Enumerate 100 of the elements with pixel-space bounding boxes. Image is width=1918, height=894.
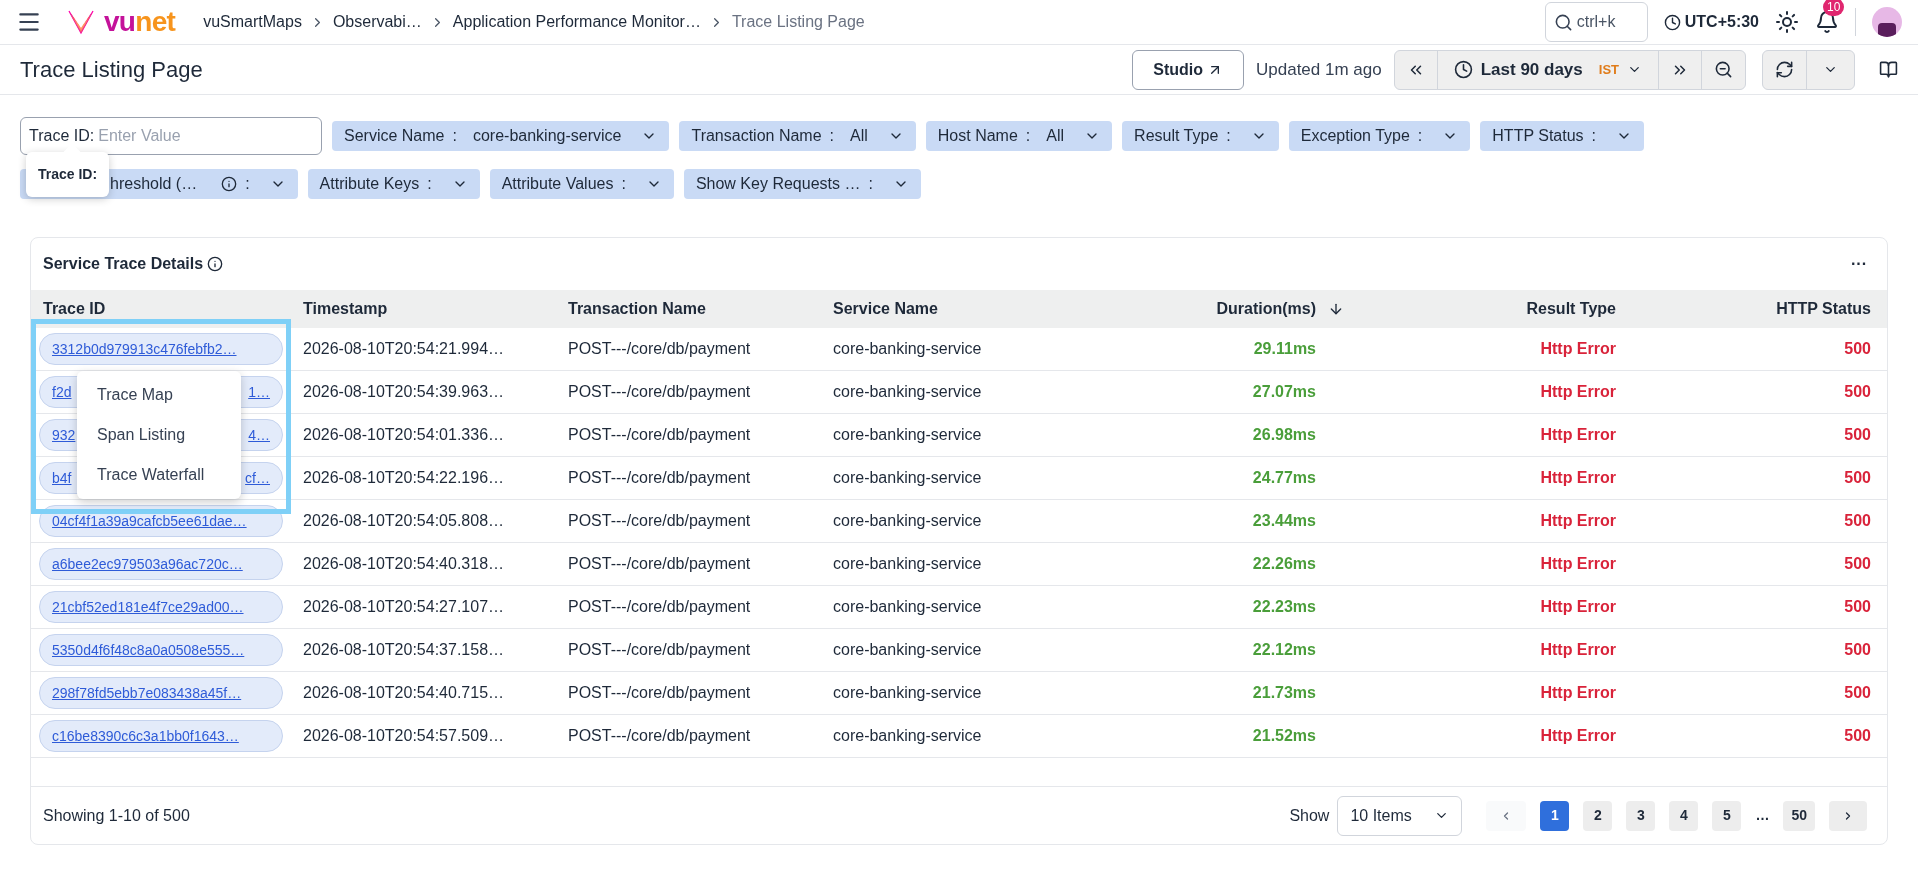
breadcrumb-link[interactable]: Trace Listing Page	[731, 10, 865, 34]
trace-id-input[interactable]: Enter Value	[98, 124, 313, 148]
filter-separator: :	[1417, 126, 1423, 146]
column-header[interactable]: Result Type	[1356, 297, 1616, 321]
search-input[interactable]: ctrl+k	[1576, 10, 1639, 34]
filter-separator: :	[245, 174, 250, 194]
trace-id-link[interactable]: 21cbf52ed181e4f7ce29ad00…	[39, 591, 283, 623]
studio-button[interactable]: Studio	[1132, 49, 1244, 90]
trace-id-link[interactable]: 5350d4f6f48c8a0a0508e555…	[39, 634, 283, 666]
page-button[interactable]: 4	[1669, 800, 1699, 831]
trace-id-link[interactable]: a6bee2ec979503a96ac720c…	[39, 548, 283, 580]
result-cell-text: Http Error	[1539, 640, 1616, 660]
filter-separator: :	[1025, 126, 1031, 146]
service-cell-text: core-banking-service	[832, 339, 983, 359]
column-header[interactable]: HTTP Status	[1616, 297, 1887, 321]
clock-icon	[1453, 60, 1473, 79]
breadcrumb-link[interactable]: Observabi…	[332, 10, 422, 34]
filter-dropdown[interactable]: Attribute Values :	[489, 169, 674, 199]
service-cell-text: core-banking-service	[832, 597, 983, 617]
trace-id-link[interactable]: c16be8390c6c3a1bb0f1643…	[39, 720, 283, 752]
filter-dropdown[interactable]: Exception Type :	[1288, 121, 1471, 151]
sort-down-icon[interactable]	[1328, 301, 1344, 317]
duration-cell-text: 27.07ms	[1251, 382, 1317, 402]
page-button[interactable]: 5	[1712, 800, 1742, 831]
menu-item[interactable]: Trace Waterfall	[77, 455, 241, 495]
showing-label: Showing 1-10 of 500	[43, 805, 190, 826]
filter-separator: :	[1226, 126, 1231, 146]
filter-dropdown[interactable]: Service Name : core-banking-service	[332, 121, 670, 151]
timestamp-cell-text: 2026-08-10T20:54:05.808…	[302, 511, 506, 531]
page-button[interactable]: 3	[1626, 800, 1656, 831]
service-cell-text: core-banking-service	[832, 468, 983, 488]
column-header[interactable]: Service Name	[821, 297, 1086, 321]
filter-label: Attribute Keys	[319, 174, 420, 194]
bell-icon[interactable]	[1815, 10, 1839, 34]
theme-icon[interactable]	[1775, 10, 1799, 34]
avatar[interactable]	[1872, 7, 1902, 37]
column-header[interactable]: Duration(ms)	[1086, 297, 1356, 321]
menu-item[interactable]: Span Listing	[77, 415, 241, 455]
service-cell-text: core-banking-service	[832, 640, 983, 660]
status-cell-text: 500	[1843, 597, 1872, 617]
filter-dropdown[interactable]: Transaction Name : All	[679, 121, 916, 151]
filter-separator: :	[427, 174, 432, 194]
status-cell-text: 500	[1843, 683, 1872, 703]
field-label: Trace ID:	[29, 126, 95, 146]
column-header[interactable]: Transaction Name	[556, 297, 821, 321]
filter-label: Service Name	[344, 126, 445, 146]
breadcrumb-link[interactable]: Application Performance Monitor…	[452, 10, 701, 34]
trace-id-link[interactable]: 3312b0d979913c476febfb2…	[39, 333, 283, 365]
timestamp-cell-text: 2026-08-10T20:54:40.715…	[302, 683, 506, 703]
updated-label: Updated 1m ago	[1256, 58, 1382, 81]
transaction-cell-text: POST---/core/db/payment	[567, 683, 752, 703]
notification-badge: 10	[1823, 0, 1845, 16]
filter-dropdown[interactable]: Attribute Keys :	[307, 169, 480, 199]
pagination-ellipsis: …	[1755, 806, 1770, 825]
filter-separator: :	[829, 126, 835, 146]
page-button[interactable]: 2	[1583, 800, 1613, 831]
filter-label: Transaction Name	[691, 126, 822, 146]
breadcrumb-link[interactable]: vuSmartMaps	[203, 10, 302, 34]
book-icon[interactable]	[1879, 60, 1898, 79]
filter-dropdown[interactable]: Result Type :	[1122, 121, 1279, 151]
filter-label: hreshold (…	[110, 174, 198, 194]
transaction-cell-text: POST---/core/db/payment	[567, 726, 752, 746]
more-button[interactable]: ···	[1851, 252, 1867, 276]
timestamp-cell-text: 2026-08-10T20:54:40.318…	[302, 554, 506, 574]
timestamp-cell-text: 2026-08-10T20:54:37.158…	[302, 640, 506, 660]
duration-cell-text: 22.26ms	[1251, 554, 1317, 574]
timezone-label[interactable]: UTC+5:30	[1684, 10, 1759, 34]
filter-dropdown[interactable]: HTTP Status :	[1480, 121, 1645, 151]
status-cell-text: 500	[1843, 382, 1872, 402]
page-button[interactable]: 50	[1783, 800, 1815, 831]
status-cell-text: 500	[1843, 339, 1872, 359]
timestamp-cell-text: 2026-08-10T20:54:27.107…	[302, 597, 506, 617]
page-size-select[interactable]: 10 Items	[1337, 795, 1463, 836]
result-cell-text: Http Error	[1539, 554, 1616, 574]
trace-id-link[interactable]: 298f78fd5ebb7e083438a45f…	[39, 677, 283, 709]
column-header[interactable]: Trace ID	[31, 297, 291, 321]
timestamp-cell-text: 2026-08-10T20:54:57.509…	[302, 726, 506, 746]
timestamp-cell-text: 2026-08-10T20:54:39.963…	[302, 382, 506, 402]
duration-cell-text: 21.52ms	[1251, 726, 1317, 746]
duration-cell-text: 22.23ms	[1251, 597, 1317, 617]
column-header[interactable]: Timestamp	[291, 297, 556, 321]
timezone-tag: IST	[1598, 59, 1619, 80]
filter-label: HTTP Status	[1492, 126, 1584, 146]
menu-item[interactable]: Trace Map	[77, 375, 241, 415]
search-field[interactable]: ctrl+k	[1544, 2, 1648, 42]
filter-value: All	[850, 126, 868, 146]
status-cell-text: 500	[1843, 640, 1872, 660]
service-cell-text: core-banking-service	[832, 683, 983, 703]
filter-label: Show Key Requests …	[695, 174, 861, 194]
zoom-out-icon	[1714, 60, 1733, 79]
filter-dropdown[interactable]: Host Name : All	[925, 121, 1113, 151]
info-icon	[207, 256, 224, 272]
filter-value: All	[1046, 126, 1065, 146]
result-cell-text: Http Error	[1539, 683, 1616, 703]
filter-dropdown[interactable]: Show Key Requests … :	[683, 169, 921, 199]
filter-value: core-banking-service	[472, 126, 622, 146]
refresh-icon	[1775, 60, 1794, 79]
page-button[interactable]: 1	[1540, 800, 1570, 831]
transaction-cell-text: POST---/core/db/payment	[567, 339, 752, 359]
trace-id-field[interactable]: Trace ID: Enter Value	[20, 117, 322, 155]
